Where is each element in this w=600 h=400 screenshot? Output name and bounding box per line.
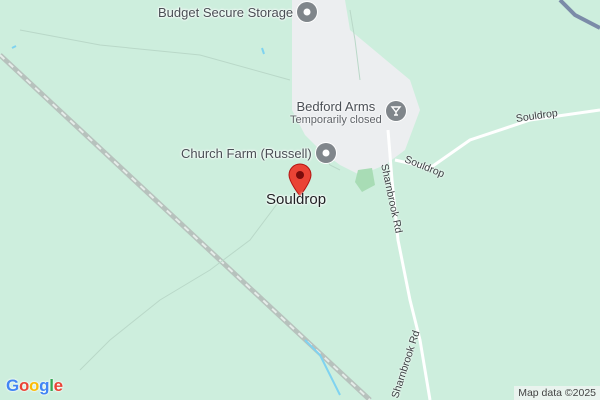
road-souldrop xyxy=(394,108,600,170)
map-attribution[interactable]: Map data ©2025 xyxy=(514,386,600,400)
poi-label: Church Farm (Russell) xyxy=(181,145,312,161)
main-road xyxy=(558,0,600,30)
poi-label: Budget Secure Storage xyxy=(158,4,294,20)
poi-label: Bedford Arms xyxy=(296,99,376,114)
poi-status: Temporarily closed xyxy=(290,114,382,126)
place-label-souldrop: Souldrop xyxy=(266,191,327,208)
google-logo[interactable]: Google xyxy=(6,376,63,396)
cocktail-icon xyxy=(385,101,406,121)
pin-icon xyxy=(315,143,336,163)
poi-budget-secure-storage[interactable]: Budget Secure Storage xyxy=(158,2,318,22)
poi-church-farm[interactable]: Church Farm (Russell) xyxy=(181,143,336,163)
pin-icon xyxy=(297,2,318,22)
poi-bedford-arms[interactable]: Bedford Arms Temporarily closed xyxy=(290,99,406,126)
map-canvas[interactable]: Budget Secure Storage Bedford Arms Tempo… xyxy=(0,0,600,400)
park-area xyxy=(355,168,375,192)
